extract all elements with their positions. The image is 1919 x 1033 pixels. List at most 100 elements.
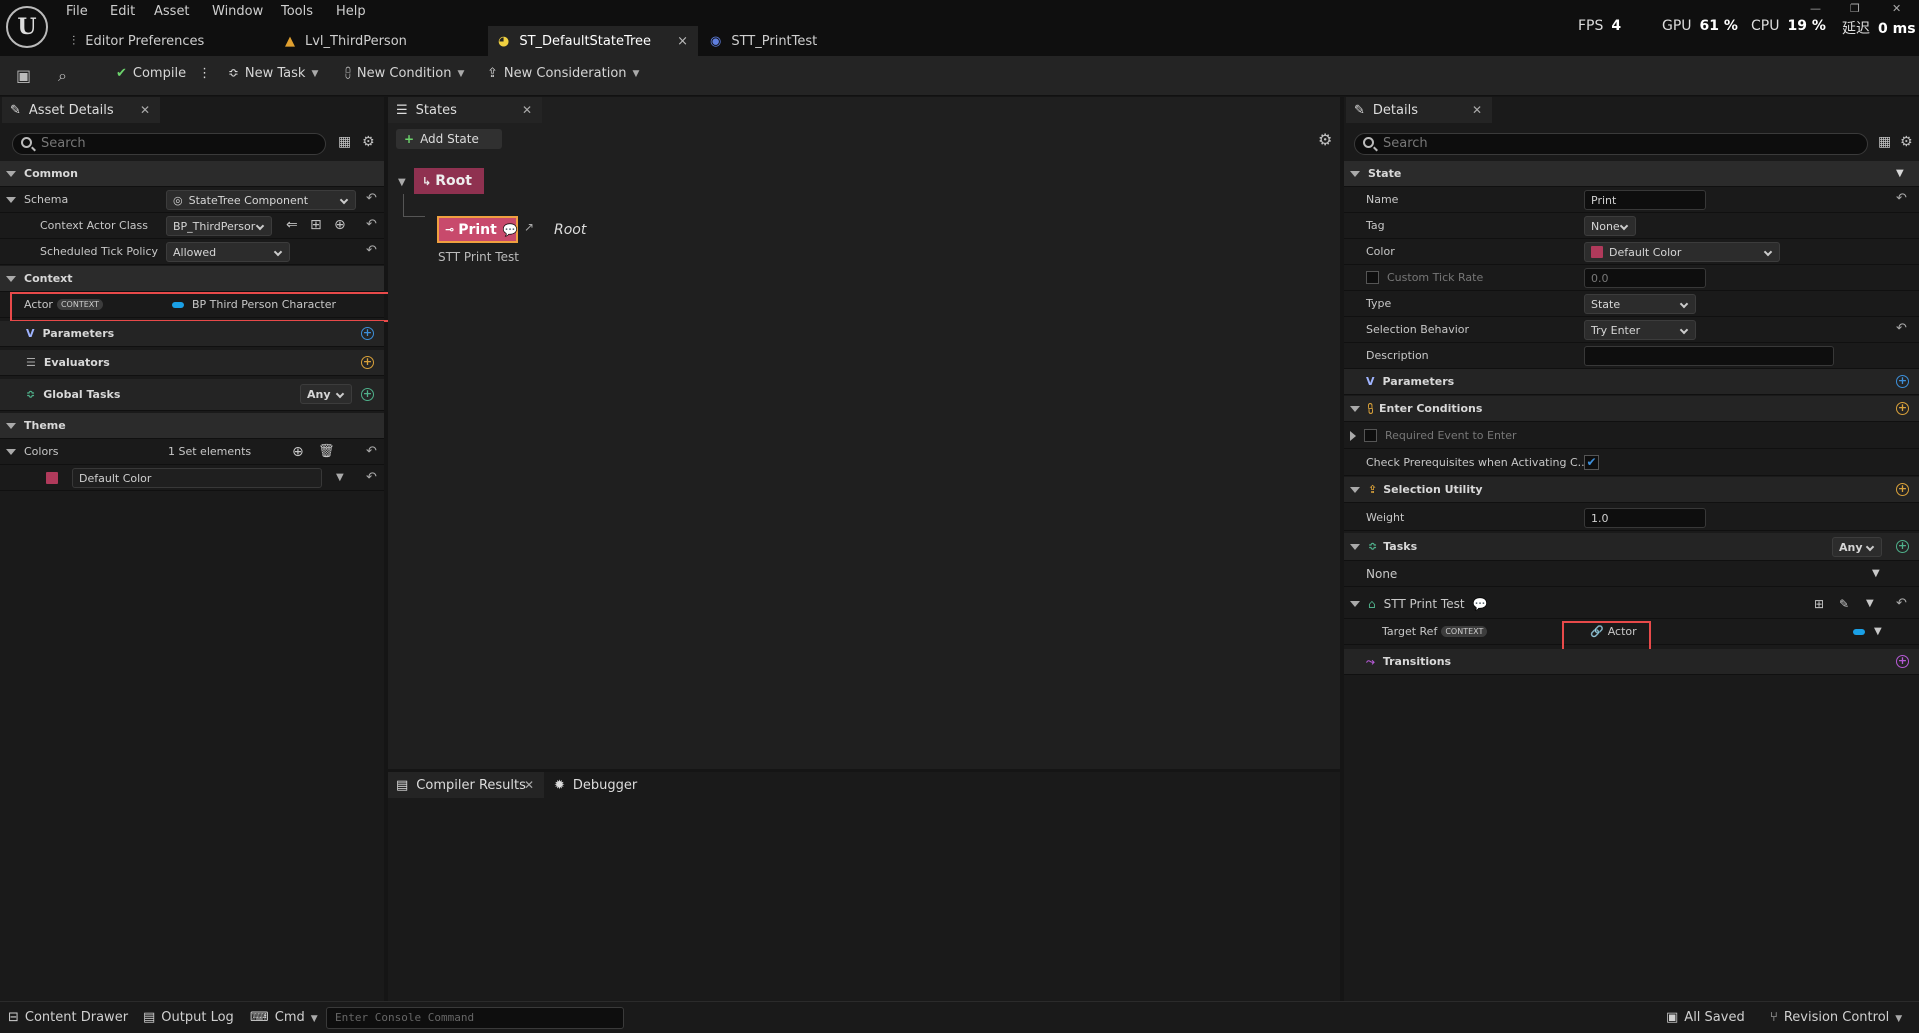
menu-help[interactable]: Help (336, 4, 366, 19)
context-actor-class-combo[interactable]: BP_ThirdPersor (166, 216, 272, 236)
reset-icon[interactable]: ↶ (366, 217, 377, 232)
collapse-icon[interactable]: ▼ (398, 177, 406, 188)
close-icon[interactable]: ✕ (524, 778, 534, 792)
add-state-button[interactable]: + Add State (396, 129, 502, 149)
close-icon[interactable]: ✕ (1472, 103, 1482, 117)
tasks-any-combo[interactable]: Any (1832, 537, 1882, 557)
asset-search-input[interactable]: Search (12, 133, 326, 155)
reset-icon[interactable]: ↶ (366, 444, 377, 459)
parameters-row[interactable]: V Parameters + (0, 321, 384, 347)
reset-icon[interactable]: ↶ (1896, 191, 1907, 206)
state-parameters-row[interactable]: V Parameters + (1344, 369, 1919, 395)
menu-edit[interactable]: Edit (110, 4, 135, 19)
revision-control-button[interactable]: ⑂ Revision Control ▼ (1770, 1010, 1902, 1025)
table-view-icon[interactable]: ▦ (1878, 134, 1891, 150)
reset-icon[interactable]: ↶ (366, 191, 377, 206)
selection-behavior-combo[interactable]: Try Enter (1584, 320, 1696, 340)
enter-conditions-row[interactable]: ⩉ Enter Conditions + (1344, 396, 1919, 422)
close-icon[interactable]: ✕ (522, 103, 532, 117)
browse-folder-icon[interactable]: ⊞ (1814, 597, 1824, 611)
tab-lvl-thirdperson[interactable]: ▲ Lvl_ThirdPerson (275, 26, 485, 56)
color-swatch[interactable] (46, 471, 58, 484)
browse-icon[interactable]: ⌕ (58, 66, 67, 86)
menu-tools[interactable]: Tools (281, 4, 313, 19)
asset-details-tab[interactable]: ✎ Asset Details ✕ (2, 97, 160, 123)
tick-policy-combo[interactable]: Allowed (166, 242, 290, 262)
menu-asset[interactable]: Asset (154, 4, 190, 19)
new-consideration-button[interactable]: ⇪ New Consideration ▼ (487, 66, 639, 81)
compile-button[interactable]: ✔ Compile ⋮ (116, 66, 211, 81)
compiler-results-tab[interactable]: ▤ Compiler Results ✕ (388, 772, 544, 798)
menu-window[interactable]: Window (212, 4, 263, 19)
tab-st-defaultstatetree[interactable]: ◕ ST_DefaultStateTree × (488, 26, 698, 56)
task-item-row[interactable]: ⌂ STT Print Test 💬 ⊞ ✎ ▼ ↶ (1344, 589, 1919, 619)
add-evaluator-icon[interactable]: + (361, 356, 374, 369)
add-element-icon[interactable]: ⊕ (292, 444, 304, 460)
details-tab[interactable]: ✎ Details ✕ (1346, 97, 1492, 123)
reset-icon[interactable]: ↶ (366, 470, 377, 485)
state-print[interactable]: ⊸ Print 💬 (437, 216, 518, 243)
global-tasks-any-combo[interactable]: Any (300, 384, 352, 404)
use-selected-icon[interactable]: ⇐ (286, 217, 298, 233)
selection-utility-row[interactable]: ⇪ Selection Utility + (1344, 477, 1919, 503)
save-icon[interactable]: ▣ (16, 66, 31, 85)
gear-icon[interactable]: ⚙ (1900, 134, 1913, 150)
color-name-field[interactable]: Default Color (72, 468, 322, 488)
weight-field[interactable]: 1.0 (1584, 508, 1706, 528)
add-circle-icon[interactable]: ⊕ (334, 217, 346, 233)
gear-icon[interactable]: ⚙ (1318, 130, 1332, 149)
tasks-none-row[interactable]: None ▼ (1344, 561, 1919, 587)
reset-icon[interactable]: ↶ (366, 243, 377, 258)
add-parameter-icon[interactable]: + (1896, 375, 1909, 388)
tag-combo[interactable]: None (1584, 216, 1636, 236)
tasks-row[interactable]: ≎ Tasks Any + (1344, 533, 1919, 561)
name-field[interactable]: Print (1584, 190, 1706, 210)
add-task-icon[interactable]: + (1896, 540, 1909, 553)
evaluators-row[interactable]: ☰ Evaluators + (0, 350, 384, 376)
new-task-button[interactable]: ≎ New Task ▼ (228, 66, 318, 81)
state-root[interactable]: ↳ Root (414, 168, 484, 194)
gear-icon[interactable]: ⚙ (362, 134, 375, 150)
chevron-down-icon[interactable]: ▼ (336, 472, 344, 483)
add-consideration-icon[interactable]: + (1896, 483, 1909, 496)
all-saved-button[interactable]: ▣ All Saved (1666, 1010, 1745, 1025)
minimize-icon[interactable]: — (1810, 2, 1821, 15)
trash-icon[interactable]: 🗑 (318, 444, 335, 459)
browse-folder-icon[interactable]: ⊞ (310, 217, 322, 233)
add-parameter-icon[interactable]: + (361, 327, 374, 340)
add-condition-icon[interactable]: + (1896, 402, 1909, 415)
close-window-icon[interactable]: ✕ (1892, 2, 1901, 15)
cmd-dropdown[interactable]: ⌨ Cmd ▼ (250, 1010, 318, 1025)
color-combo[interactable]: Default Color (1584, 242, 1780, 262)
add-transition-icon[interactable]: + (1896, 655, 1909, 668)
menu-file[interactable]: File (66, 4, 88, 19)
details-search-input[interactable]: Search (1354, 133, 1868, 155)
debugger-tab[interactable]: ✹ Debugger (546, 772, 646, 798)
new-condition-button[interactable]: ⩉ New Condition ▼ (345, 66, 464, 81)
tick-rate-field[interactable]: 0.0 (1584, 268, 1706, 288)
tab-editor-preferences[interactable]: ⫶ Editor Preferences (62, 26, 272, 56)
content-drawer-button[interactable]: ⊟ Content Drawer (8, 1010, 128, 1025)
category-context[interactable]: Context (0, 266, 384, 292)
close-icon[interactable]: × (677, 34, 688, 49)
checkbox[interactable] (1364, 429, 1377, 442)
console-input[interactable]: Enter Console Command (326, 1007, 624, 1029)
reset-icon[interactable]: ↶ (1896, 321, 1907, 336)
global-tasks-row[interactable]: ≎ Global Tasks Any + (0, 379, 384, 411)
chevron-down-icon[interactable]: ▼ (1866, 598, 1874, 609)
category-state[interactable]: State ▼ (1344, 161, 1919, 187)
category-common[interactable]: Common (0, 161, 384, 187)
more-icon[interactable]: ⋮ (198, 66, 211, 81)
edit-icon[interactable]: ✎ (1839, 597, 1849, 611)
unreal-logo[interactable]: U (6, 6, 48, 48)
description-field[interactable] (1584, 346, 1834, 366)
reset-icon[interactable]: ↶ (1896, 596, 1907, 611)
schema-combo[interactable]: ◎ StateTree Component (166, 190, 356, 210)
chevron-down-icon[interactable]: ▼ (1874, 626, 1882, 637)
restore-icon[interactable]: ❐ (1850, 2, 1860, 15)
close-icon[interactable]: ✕ (140, 103, 150, 117)
checkbox-checked[interactable]: ✔ (1584, 455, 1599, 470)
tab-stt-printtest[interactable]: ◉ STT_PrintTest (700, 26, 880, 56)
checkbox[interactable] (1366, 271, 1379, 284)
add-global-task-icon[interactable]: + (361, 388, 374, 401)
